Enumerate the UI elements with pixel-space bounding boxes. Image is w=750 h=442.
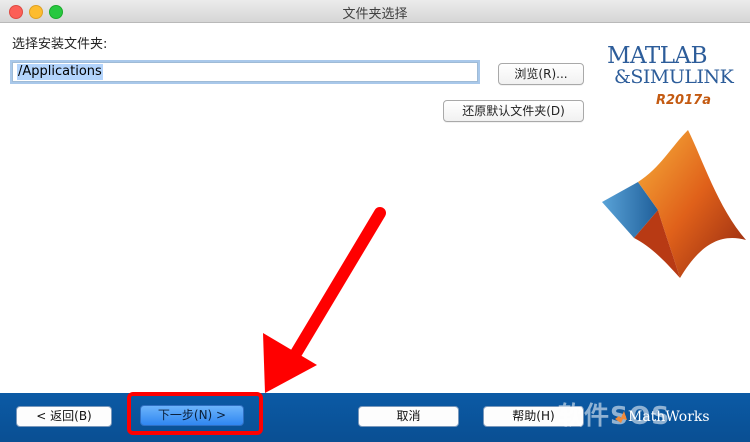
install-path-input[interactable]: /Applications bbox=[12, 62, 478, 82]
mathworks-brand: MathWorks bbox=[628, 409, 710, 425]
next-button-highlight-box bbox=[127, 392, 263, 435]
simulink-logo-text: &SIMULINK bbox=[614, 66, 734, 88]
red-arrow-annotation bbox=[263, 207, 386, 393]
cancel-button[interactable]: 取消 bbox=[358, 406, 459, 427]
mathworks-logo-icon bbox=[615, 411, 627, 423]
release-label: R2017a bbox=[656, 93, 711, 108]
install-path-value: /Applications bbox=[17, 64, 103, 80]
title-bar: 文件夹选择 bbox=[0, 0, 750, 23]
window-title: 文件夹选择 bbox=[342, 7, 408, 22]
restore-default-folder-button[interactable]: 还原默认文件夹(D) bbox=[443, 100, 584, 122]
installer-window: 文件夹选择 选择安装文件夹: /Applications 浏览(R)... 还原… bbox=[0, 0, 750, 442]
choose-folder-label: 选择安装文件夹: bbox=[12, 37, 108, 52]
matlab-membrane-icon bbox=[602, 130, 746, 278]
back-button[interactable]: < 返回(B) bbox=[16, 406, 112, 427]
browse-button[interactable]: 浏览(R)... bbox=[498, 63, 584, 85]
